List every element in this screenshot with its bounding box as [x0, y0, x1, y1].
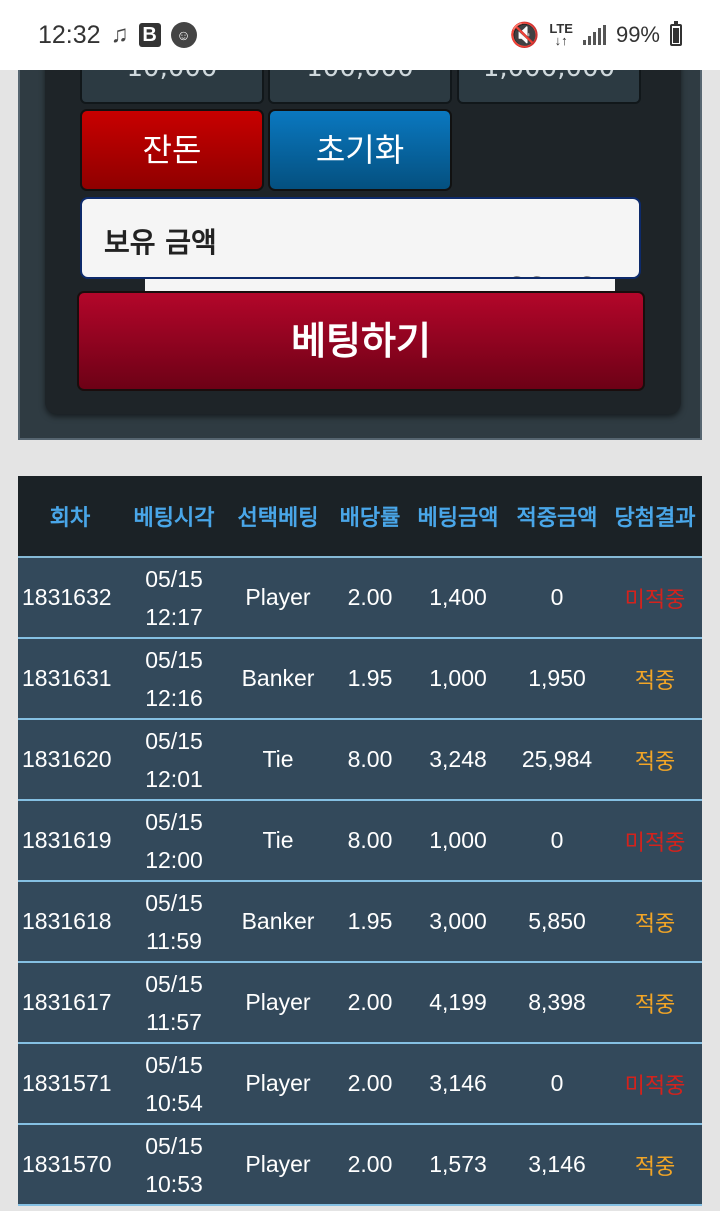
choice-cell: Player — [245, 584, 311, 610]
choice-cell: Tie — [262, 827, 294, 853]
bet-amount-cell: 3,146 — [429, 1070, 487, 1096]
time-cell: 05/15 12:17 — [145, 565, 203, 630]
bet-amount-cell: 1,000 — [429, 665, 487, 691]
result-cell: 적중 — [634, 668, 676, 694]
status-bar: 12:32 ♫ B ☺ 🔇 LTE ↓↑ 99% — [0, 0, 720, 70]
win-amount-cell: 5,850 — [528, 908, 586, 934]
choice-cell: Banker — [241, 908, 315, 934]
odds-cell: 2.00 — [347, 1151, 393, 1177]
result-cell: 미적중 — [624, 1073, 686, 1099]
lte-icon: LTE ↓↑ — [549, 21, 573, 48]
bet-amount-cell: 4,199 — [429, 989, 487, 1015]
balance-box: 보유 금액 33,134 — [80, 197, 641, 279]
battery-icon — [670, 21, 682, 46]
result-cell: 적중 — [634, 992, 676, 1018]
time-cell: 05/15 11:59 — [145, 889, 203, 954]
odds-cell: 2.00 — [347, 584, 393, 610]
result-cell: 미적중 — [624, 587, 686, 613]
win-amount-cell: 1,950 — [528, 665, 586, 691]
odds-cell: 1.95 — [347, 908, 393, 934]
round-cell: 1831620 — [22, 746, 112, 772]
bet-panel-inner: 10,000 100,000 1,000,000 잔돈 초기화 보유 금액 33… — [45, 42, 681, 414]
choice-cell: Banker — [241, 665, 315, 691]
win-amount-cell: 3,146 — [528, 1151, 586, 1177]
status-bar-left: 12:32 ♫ B ☺ — [38, 21, 197, 50]
round-cell: 1831632 — [22, 584, 112, 610]
mute-icon: 🔇 — [509, 21, 540, 49]
round-cell: 1831618 — [22, 908, 112, 934]
balance-value: 33,134 — [507, 269, 617, 277]
time-cell: 05/15 12:00 — [145, 808, 203, 873]
time-cell: 05/15 12:16 — [145, 646, 203, 711]
win-amount-cell: 25,984 — [521, 746, 593, 772]
place-bet-button[interactable]: 베팅하기 — [77, 291, 645, 391]
choice-cell: Player — [245, 1151, 311, 1177]
battery-percent: 99% — [615, 22, 660, 47]
col-header-bet-time: 베팅시각 — [122, 476, 226, 558]
table-row: 1831620 05/15 12:01 Tie 8.00 3,248 25,984… — [18, 719, 702, 800]
bet-amount-cell: 3,000 — [429, 908, 487, 934]
odds-cell: 1.95 — [347, 665, 393, 691]
time-cell: 05/15 10:54 — [145, 1051, 203, 1116]
win-amount-cell: 0 — [550, 584, 564, 610]
col-header-bet-amount: 베팅금액 — [410, 476, 506, 558]
round-cell: 1831571 — [22, 1070, 112, 1096]
result-cell: 적중 — [634, 911, 676, 937]
choice-cell: Player — [245, 1070, 311, 1096]
time-cell: 05/15 12:01 — [145, 727, 203, 792]
choice-cell: Player — [245, 989, 311, 1015]
col-header-choice: 선택베팅 — [226, 476, 330, 558]
result-cell: 적중 — [634, 749, 676, 775]
time-cell: 05/15 11:57 — [145, 970, 203, 1035]
status-bar-right: 🔇 LTE ↓↑ 99% — [509, 21, 682, 50]
col-header-odds: 배당률 — [330, 476, 410, 558]
round-cell: 1831631 — [22, 665, 112, 691]
win-amount-cell: 8,398 — [528, 989, 586, 1015]
odds-cell: 2.00 — [347, 989, 393, 1015]
bet-history-table: 회차 베팅시각 선택베팅 배당률 베팅금액 적중금액 당첨결과 1831632 … — [18, 476, 702, 1206]
signal-icon — [582, 25, 606, 45]
result-cell: 적중 — [634, 1154, 676, 1180]
balance-label: 보유 금액 — [104, 226, 217, 259]
messenger-icon: ☺ — [170, 22, 197, 48]
table-row: 1831570 05/15 10:53 Player 2.00 1,573 3,1… — [18, 1124, 702, 1205]
bet-amount-cell: 1,000 — [429, 827, 487, 853]
music-note-icon: ♫ — [110, 21, 129, 48]
bet-amount-cell: 1,400 — [429, 584, 487, 610]
reset-button[interactable]: 초기화 — [268, 109, 452, 191]
col-header-result: 당첨결과 — [608, 476, 702, 558]
odds-cell: 2.00 — [347, 1070, 393, 1096]
b-app-icon: B — [138, 23, 161, 47]
table-row: 1831631 05/15 12:16 Banker 1.95 1,000 1,9… — [18, 638, 702, 719]
choice-cell: Tie — [262, 746, 294, 772]
win-amount-cell: 0 — [550, 1070, 564, 1096]
table-row: 1831618 05/15 11:59 Banker 1.95 3,000 5,8… — [18, 881, 702, 962]
col-header-round: 회차 — [18, 476, 122, 558]
bet-panel: 10,000 100,000 1,000,000 잔돈 초기화 보유 금액 33… — [18, 40, 702, 440]
table-row: 1831632 05/15 12:17 Player 2.00 1,400 0 미… — [18, 557, 702, 638]
col-header-win-amount: 적중금액 — [506, 476, 608, 558]
table-row: 1831617 05/15 11:57 Player 2.00 4,199 8,3… — [18, 962, 702, 1043]
table-row: 1831619 05/15 12:00 Tie 8.00 1,000 0 미적중 — [18, 800, 702, 881]
status-time: 12:32 — [38, 20, 101, 49]
round-cell: 1831619 — [22, 827, 112, 853]
result-cell: 미적중 — [624, 830, 686, 856]
odds-cell: 8.00 — [347, 746, 393, 772]
change-button[interactable]: 잔돈 — [80, 109, 264, 191]
table-body: 1831632 05/15 12:17 Player 2.00 1,400 0 미… — [18, 557, 702, 1205]
round-cell: 1831570 — [22, 1151, 112, 1177]
odds-cell: 8.00 — [347, 827, 393, 853]
bet-amount-cell: 1,573 — [429, 1151, 487, 1177]
table-row: 1831571 05/15 10:54 Player 2.00 3,146 0 미… — [18, 1043, 702, 1124]
bet-amount-cell: 3,248 — [429, 746, 487, 772]
round-cell: 1831617 — [22, 989, 112, 1015]
table-header-row: 회차 베팅시각 선택베팅 배당률 베팅금액 적중금액 당첨결과 — [18, 476, 702, 558]
win-amount-cell: 0 — [550, 827, 564, 853]
time-cell: 05/15 10:53 — [145, 1132, 203, 1197]
